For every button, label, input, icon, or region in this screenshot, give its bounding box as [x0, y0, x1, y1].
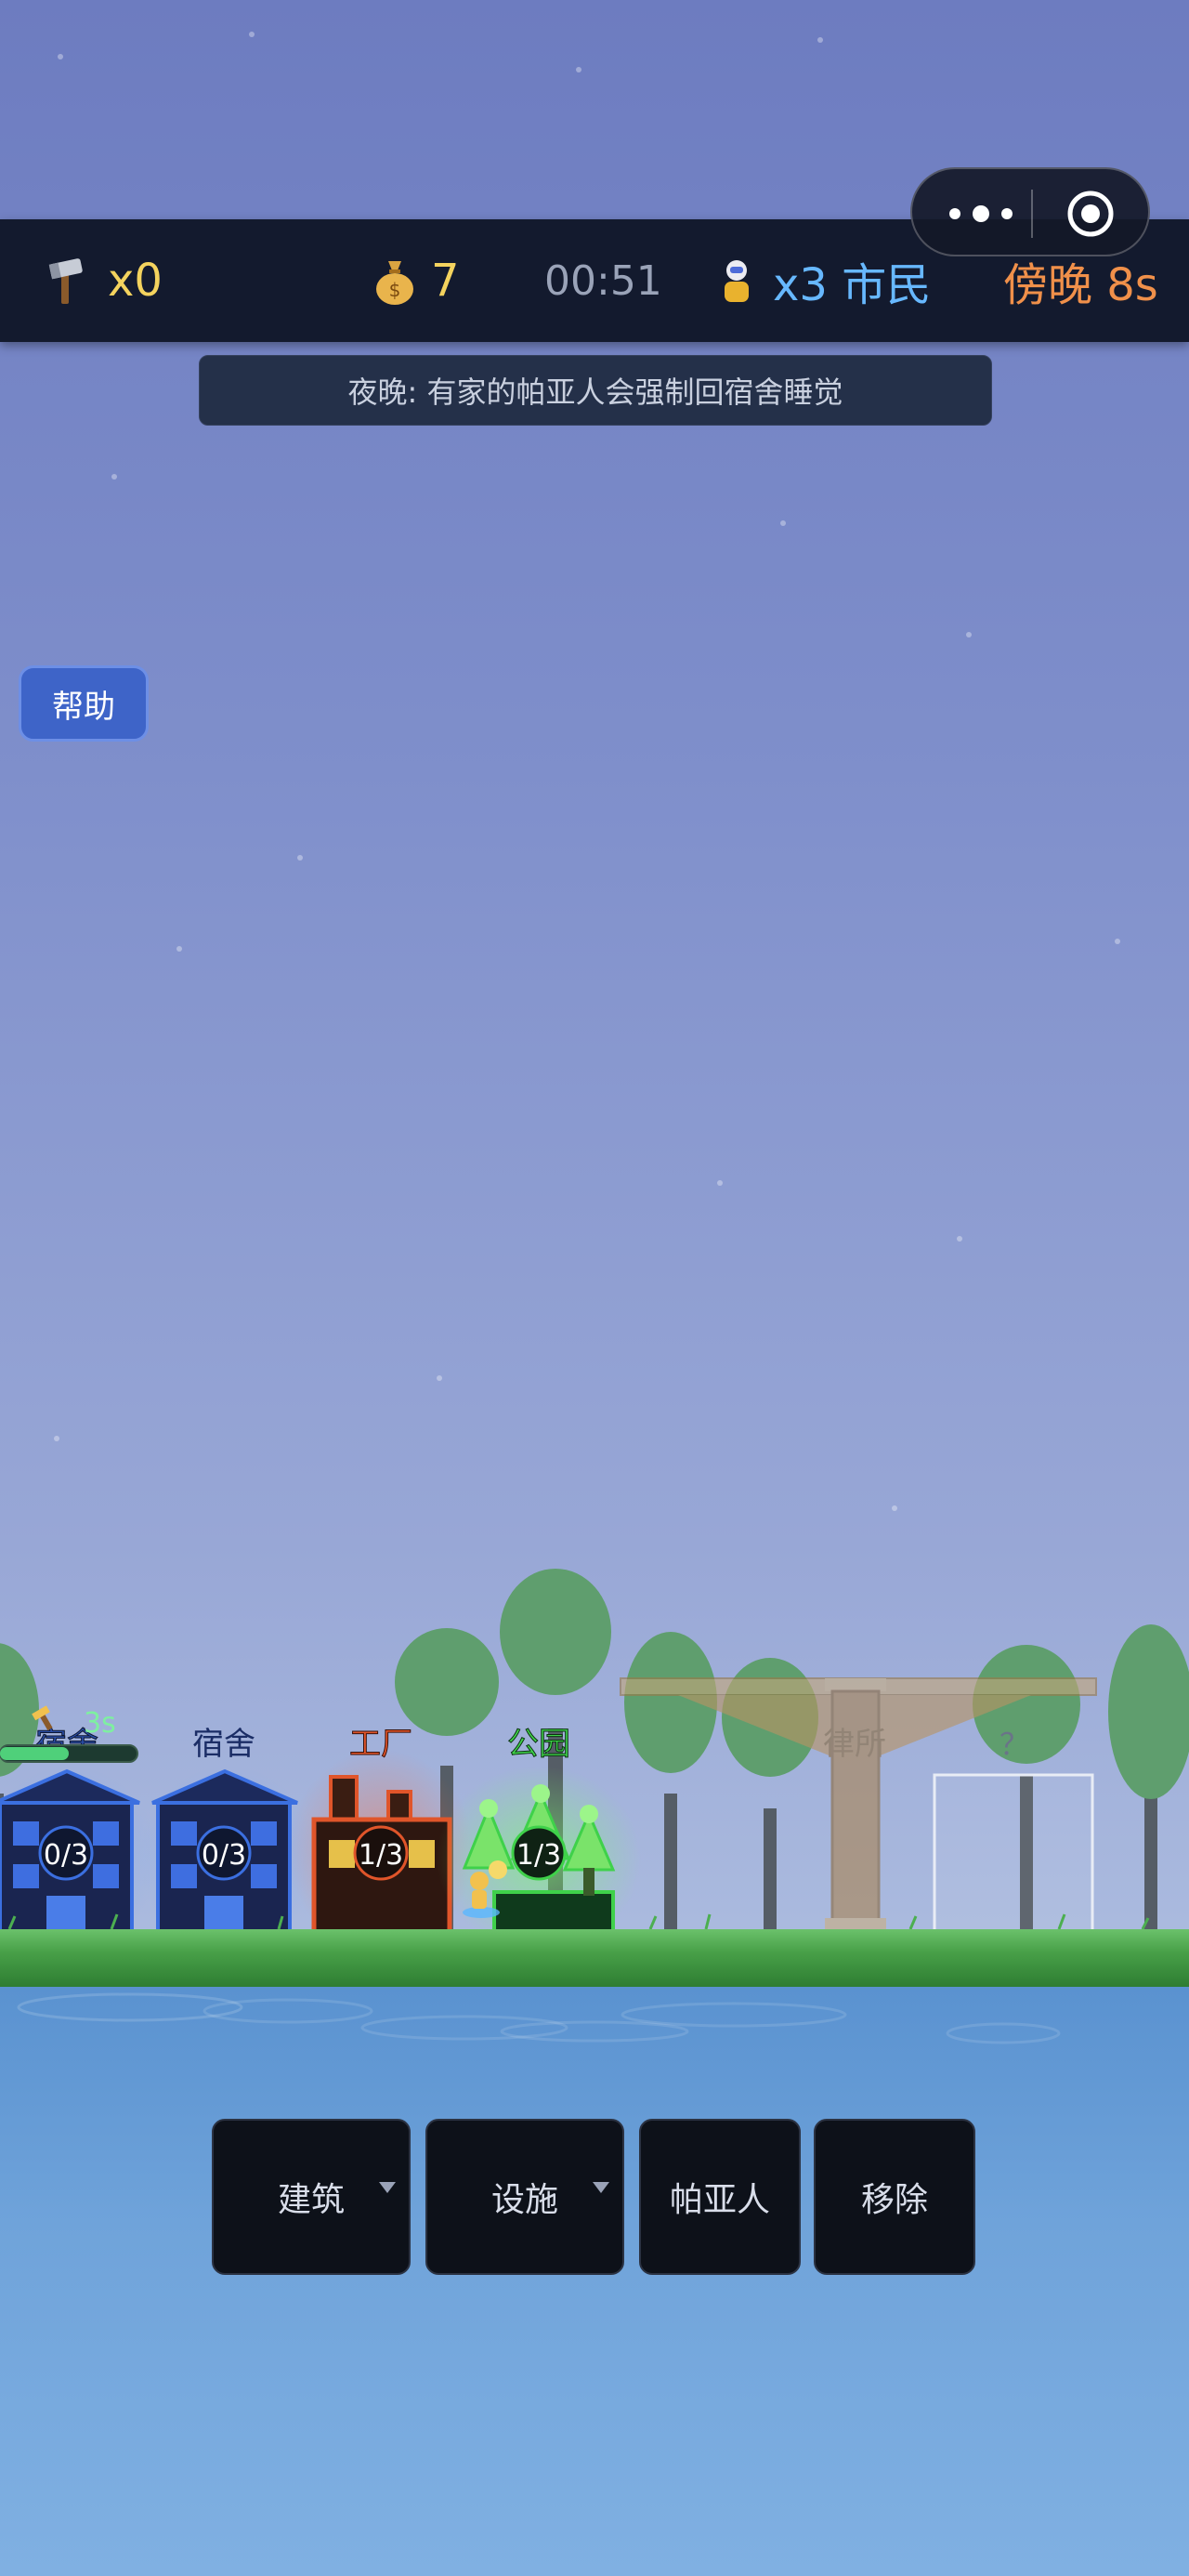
remove-label: 移除: [860, 2181, 928, 2219]
slot-label: ？: [1000, 1727, 1029, 1762]
building-park[interactable]: 1/3 公园: [437, 1726, 641, 1935]
dropdown-caret-icon: [379, 2182, 396, 2193]
build-timer: 3s: [84, 1707, 116, 1740]
building-label: 公园: [507, 1726, 570, 1763]
building-label: 宿舍: [192, 1726, 255, 1763]
paya-label: 帕亚人: [669, 2181, 770, 2219]
building-label: 律所: [823, 1726, 886, 1763]
facility-menu-label: 设施: [490, 2181, 558, 2219]
occupancy-text: 0/3: [202, 1839, 246, 1872]
paya-button[interactable]: 帕亚人: [639, 2119, 801, 2275]
dropdown-caret-icon: [593, 2182, 609, 2193]
build-menu-label: 建筑: [277, 2181, 345, 2219]
grass-ground: [0, 1929, 1189, 1987]
occupancy-text: 1/3: [516, 1839, 561, 1872]
occupancy-text: 0/3: [44, 1839, 88, 1872]
build-progress-fill: [0, 1747, 69, 1760]
building-label: 工厂: [349, 1726, 412, 1763]
build-menu-button[interactable]: 建筑: [212, 2119, 411, 2275]
tree: [1108, 1624, 1189, 1933]
occupancy-text: 1/3: [359, 1839, 403, 1872]
water: [0, 1987, 1189, 2576]
city-scene: 0/3 宿舍 3s 0/3 宿舍 1/3 工厂: [0, 1569, 1189, 1936]
remove-button[interactable]: 移除: [814, 2119, 975, 2275]
empty-building-slot[interactable]: ？: [933, 1727, 1094, 1935]
water-ripples: [17, 1992, 1061, 2044]
facility-menu-button[interactable]: 设施: [425, 2119, 624, 2275]
